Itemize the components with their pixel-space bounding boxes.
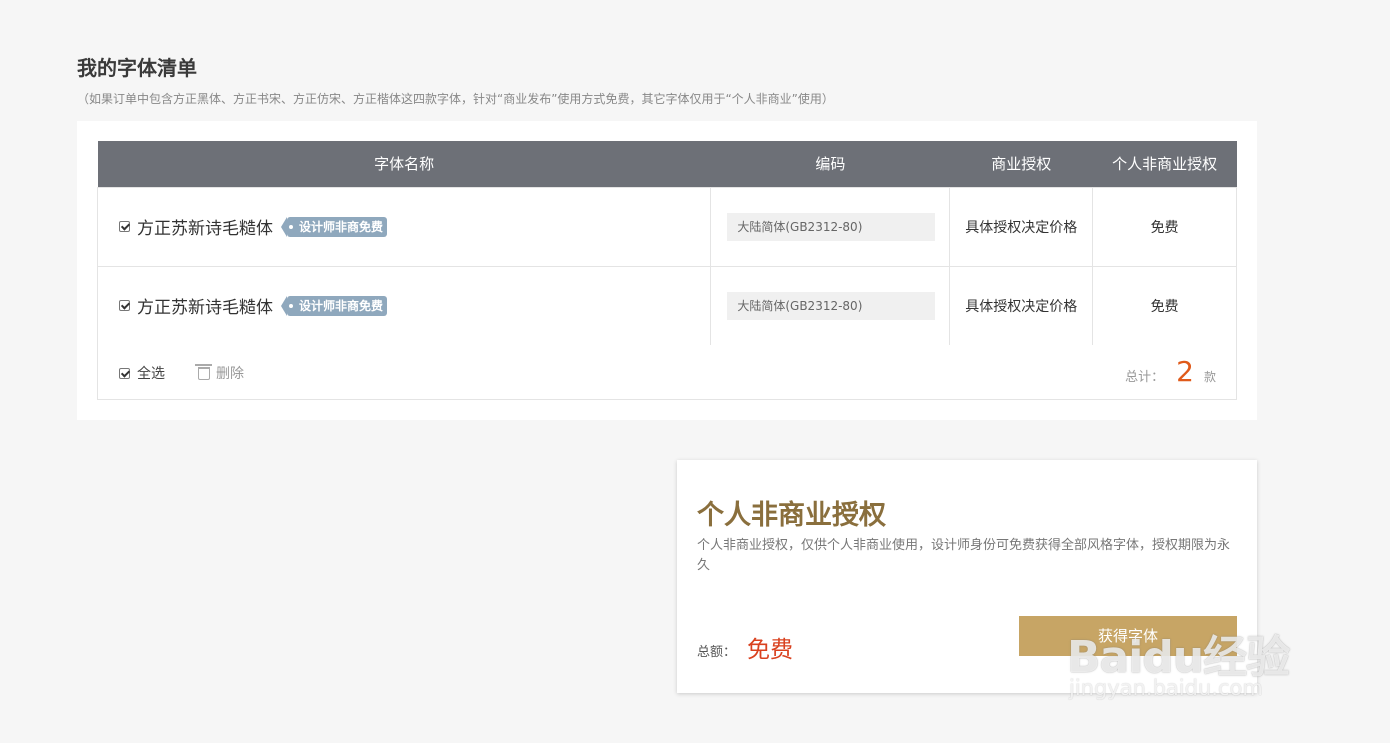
table-header-row: 字体名称 编码 商业授权 个人非商业授权 — [97, 141, 1237, 187]
font-table: 字体名称 编码 商业授权 个人非商业授权 方正苏新诗毛糙体 设计师非商免费 大陆… — [96, 141, 1237, 346]
font-name-cell: 方正苏新诗毛糙体 设计师非商免费 — [96, 186, 712, 267]
select-all-label: 全选 — [137, 366, 165, 382]
table-row: 方正苏新诗毛糙体 设计师非商免费 大陆简体(GB2312-80) 具体授权决定价… — [96, 265, 1237, 346]
row-checkbox[interactable] — [119, 221, 130, 232]
delete-button[interactable]: 删除 — [195, 363, 244, 383]
font-name-wrap: 方正苏新诗毛糙体 设计师非商免费 — [119, 293, 710, 318]
personal-license-cell: 免费 — [1092, 265, 1237, 346]
total-number: 2 — [1176, 355, 1194, 388]
table-footer: 全选 删除 总计： 2 款 — [97, 345, 1237, 400]
total-unit: 款 — [1203, 370, 1216, 384]
license-title: 个人非商业授权 — [697, 500, 886, 531]
select-all-button[interactable]: 全选 — [119, 363, 165, 383]
amount-value: 免费 — [747, 637, 793, 663]
font-name-cell: 方正苏新诗毛糙体 设计师非商免费 — [96, 265, 712, 346]
personal-license-cell: 免费 — [1092, 186, 1237, 267]
column-header-commercial: 商业授权 — [991, 155, 1052, 174]
encoding-cell: 大陆简体(GB2312-80) — [710, 186, 951, 267]
select-all-checkbox[interactable] — [119, 367, 130, 379]
get-font-button[interactable]: 获得字体 — [1019, 616, 1237, 656]
total-label: 总计： — [1125, 370, 1165, 385]
font-list-card: 字体名称 编码 商业授权 个人非商业授权 方正苏新诗毛糙体 设计师非商免费 大陆… — [77, 121, 1257, 420]
license-description: 个人非商业授权，仅供个人非商业使用，设计师身份可免费获得全部风格字体，授权期限为… — [697, 538, 1231, 573]
page: 我的字体清单 （如果订单中包含方正黑体、方正书宋、方正仿宋、方正楷体这四款字体，… — [0, 0, 1390, 743]
encoding-cell: 大陆简体(GB2312-80) — [710, 265, 951, 346]
page-subtitle: （如果订单中包含方正黑体、方正书宋、方正仿宋、方正楷体这四款字体，针对“商业发布… — [77, 92, 834, 106]
encoding-select[interactable]: 大陆简体(GB2312-80) — [727, 212, 936, 241]
column-header-encoding: 编码 — [815, 155, 846, 174]
total-count: 总计： 2 款 — [1125, 355, 1216, 388]
trash-icon — [195, 363, 212, 380]
license-card: 个人非商业授权 个人非商业授权，仅供个人非商业使用，设计师身份可免费获得全部风格… — [677, 460, 1257, 693]
column-header-font-name: 字体名称 — [374, 155, 435, 174]
font-name[interactable]: 方正苏新诗毛糙体 — [137, 214, 273, 239]
amount-label: 总额： — [697, 645, 737, 660]
encoding-select[interactable]: 大陆简体(GB2312-80) — [727, 291, 936, 320]
row-checkbox[interactable] — [119, 300, 130, 311]
font-name[interactable]: 方正苏新诗毛糙体 — [137, 293, 273, 318]
designer-free-tag: 设计师非商免费 — [280, 216, 388, 237]
designer-free-tag: 设计师非商免费 — [280, 295, 388, 316]
font-name-wrap: 方正苏新诗毛糙体 设计师非商免费 — [119, 214, 710, 239]
page-title: 我的字体清单 — [77, 56, 197, 80]
commercial-license-cell: 具体授权决定价格 — [949, 186, 1094, 267]
delete-label: 删除 — [216, 366, 244, 382]
table-row: 方正苏新诗毛糙体 设计师非商免费 大陆简体(GB2312-80) 具体授权决定价… — [96, 186, 1237, 267]
column-header-personal: 个人非商业授权 — [1112, 155, 1218, 174]
commercial-license-cell: 具体授权决定价格 — [949, 265, 1094, 346]
